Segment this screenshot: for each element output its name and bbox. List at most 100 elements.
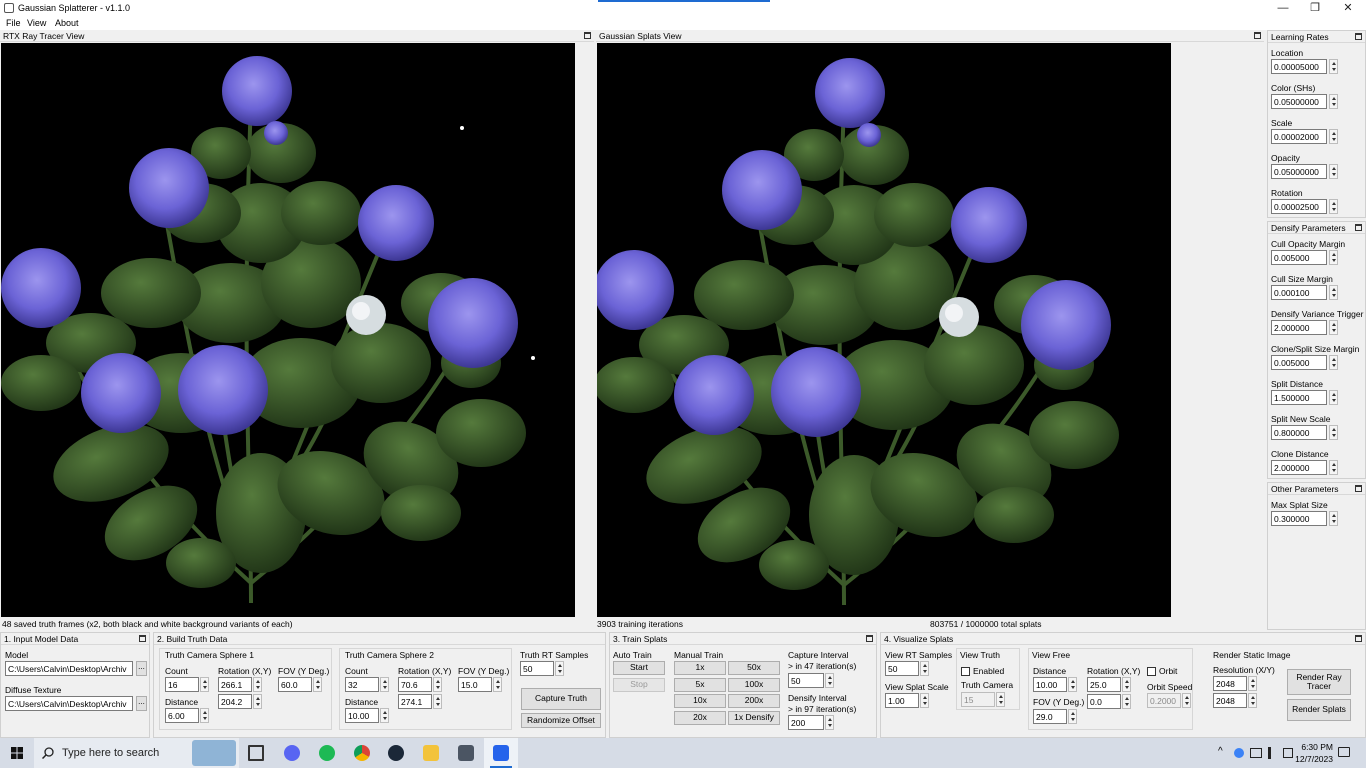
model-browse-button[interactable]: ...	[136, 661, 147, 676]
volume-icon[interactable]	[1268, 747, 1278, 759]
rotation-input[interactable]: 0.00002500	[1271, 199, 1327, 214]
menu-file[interactable]: File	[6, 18, 21, 28]
clone-distance-input[interactable]: 2.000000	[1271, 460, 1327, 475]
train-100x-button[interactable]: 100x	[728, 678, 780, 692]
densify-interval-arrows[interactable]	[825, 715, 834, 730]
location-input[interactable]: 0.00005000	[1271, 59, 1327, 74]
train-200x-button[interactable]: 200x	[728, 694, 780, 708]
variance-input[interactable]: 2.000000	[1271, 320, 1327, 335]
split-distance-input[interactable]: 1.500000	[1271, 390, 1327, 405]
steam-icon[interactable]	[388, 745, 404, 761]
train-densify-button[interactable]: 1x Densify	[728, 711, 780, 725]
windows-start-icon[interactable]	[11, 747, 23, 759]
file-explorer-icon[interactable]	[423, 745, 439, 761]
sphere1-fov-input[interactable]: 60.0	[278, 677, 312, 692]
free-rot-x-arrows[interactable]	[1122, 677, 1131, 692]
sphere2-rot-x-arrows[interactable]	[433, 677, 442, 692]
calculator-icon[interactable]	[458, 745, 474, 761]
scale-input[interactable]: 0.00002000	[1271, 129, 1327, 144]
menu-view[interactable]: View	[27, 18, 46, 28]
sphere2-fov-arrows[interactable]	[493, 677, 502, 692]
resolution-x-input[interactable]: 2048	[1213, 676, 1247, 691]
split-scale-spin-arrows[interactable]	[1329, 425, 1338, 440]
split-distance-spin-arrows[interactable]	[1329, 390, 1338, 405]
network-icon[interactable]	[1250, 748, 1262, 758]
active-app-button[interactable]	[484, 738, 518, 768]
train-10x-button[interactable]: 10x	[674, 694, 726, 708]
cull-opacity-input[interactable]: 0.005000	[1271, 250, 1327, 265]
chrome-icon[interactable]	[354, 745, 370, 761]
capture-truth-button[interactable]: Capture Truth	[521, 688, 601, 710]
orbit-speed-arrows[interactable]	[1182, 693, 1191, 708]
view-rt-samples-input[interactable]: 50	[885, 661, 919, 676]
sphere1-distance-arrows[interactable]	[200, 708, 209, 723]
variance-spin-arrows[interactable]	[1329, 320, 1338, 335]
taskbar-date[interactable]: 12/7/2023	[1287, 754, 1333, 764]
orbit-checkbox[interactable]	[1147, 667, 1156, 676]
texture-browse-button[interactable]: ...	[136, 696, 147, 711]
view-splat-scale-arrows[interactable]	[920, 693, 929, 708]
truth-camera-input[interactable]: 15	[961, 692, 995, 707]
render-splats-button[interactable]: Render Splats	[1287, 699, 1351, 721]
view-splat-scale-input[interactable]: 1.00	[885, 693, 919, 708]
tray-chevron-icon[interactable]: ^	[1218, 746, 1223, 757]
resolution-x-arrows[interactable]	[1248, 676, 1257, 691]
train-50x-button[interactable]: 50x	[728, 661, 780, 675]
spotify-icon[interactable]	[319, 745, 335, 761]
scale-spin-arrows[interactable]	[1329, 129, 1338, 144]
sphere1-rot-x-input[interactable]: 266.1	[218, 677, 252, 692]
truth-camera-arrows[interactable]	[996, 692, 1005, 707]
color-input[interactable]: 0.05000000	[1271, 94, 1327, 109]
sphere2-rot-y-input[interactable]: 274.1	[398, 694, 432, 709]
free-distance-arrows[interactable]	[1068, 677, 1077, 692]
sphere2-count-input[interactable]: 32	[345, 677, 379, 692]
sphere2-rot-y-arrows[interactable]	[433, 694, 442, 709]
start-button[interactable]: Start	[613, 661, 665, 675]
sphere2-fov-input[interactable]: 15.0	[458, 677, 492, 692]
color-spin-arrows[interactable]	[1329, 94, 1338, 109]
train-1x-button[interactable]: 1x	[674, 661, 726, 675]
free-rot-y-arrows[interactable]	[1122, 694, 1131, 709]
learning-rates-dock-icon[interactable]	[1355, 33, 1362, 40]
cull-opacity-spin-arrows[interactable]	[1329, 250, 1338, 265]
taskbar-time[interactable]: 6:30 PM	[1291, 742, 1333, 752]
taskbar-search-box[interactable]: Type here to search	[34, 738, 239, 768]
train-splats-dock-icon[interactable]	[866, 635, 873, 642]
sphere1-count-arrows[interactable]	[200, 677, 209, 692]
view-rt-samples-arrows[interactable]	[920, 661, 929, 676]
texture-path-input[interactable]: C:\Users\Calvin\Desktop\Archiv	[5, 696, 133, 711]
resolution-y-input[interactable]: 2048	[1213, 693, 1247, 708]
free-fov-arrows[interactable]	[1068, 709, 1077, 724]
sphere1-count-input[interactable]: 16	[165, 677, 199, 692]
gs-dock-icon[interactable]	[1254, 32, 1261, 39]
other-params-dock-icon[interactable]	[1355, 485, 1362, 492]
randomize-offset-button[interactable]: Randomize Offset	[521, 713, 601, 728]
render-ray-tracer-button[interactable]: Render Ray Tracer	[1287, 669, 1351, 695]
view-truth-enabled-checkbox[interactable]	[961, 667, 970, 676]
train-20x-button[interactable]: 20x	[674, 711, 726, 725]
clone-split-spin-arrows[interactable]	[1329, 355, 1338, 370]
minimize-button[interactable]: —	[1266, 0, 1300, 16]
location-spin-arrows[interactable]	[1329, 59, 1338, 74]
close-button[interactable]: ✕	[1331, 0, 1365, 16]
resolution-y-arrows[interactable]	[1248, 693, 1257, 708]
truth-rt-samples-input[interactable]: 50	[520, 661, 554, 676]
free-fov-input[interactable]: 29.0	[1033, 709, 1067, 724]
free-rot-x-input[interactable]: 25.0	[1087, 677, 1121, 692]
cull-size-spin-arrows[interactable]	[1329, 285, 1338, 300]
rtx-dock-icon[interactable]	[584, 32, 591, 39]
gs-viewport[interactable]	[597, 43, 1171, 617]
free-rot-y-input[interactable]: 0.0	[1087, 694, 1121, 709]
sphere1-fov-arrows[interactable]	[313, 677, 322, 692]
split-scale-input[interactable]: 0.800000	[1271, 425, 1327, 440]
free-distance-input[interactable]: 10.00	[1033, 677, 1067, 692]
densify-dock-icon[interactable]	[1355, 224, 1362, 231]
cull-size-input[interactable]: 0.000100	[1271, 285, 1327, 300]
sphere1-rot-y-input[interactable]: 204.2	[218, 694, 252, 709]
clone-split-input[interactable]: 0.005000	[1271, 355, 1327, 370]
densify-interval-input[interactable]: 200	[788, 715, 824, 730]
capture-interval-input[interactable]: 50	[788, 673, 824, 688]
sphere2-count-arrows[interactable]	[380, 677, 389, 692]
opacity-spin-arrows[interactable]	[1329, 164, 1338, 179]
tray-app-icon[interactable]	[1234, 748, 1244, 758]
